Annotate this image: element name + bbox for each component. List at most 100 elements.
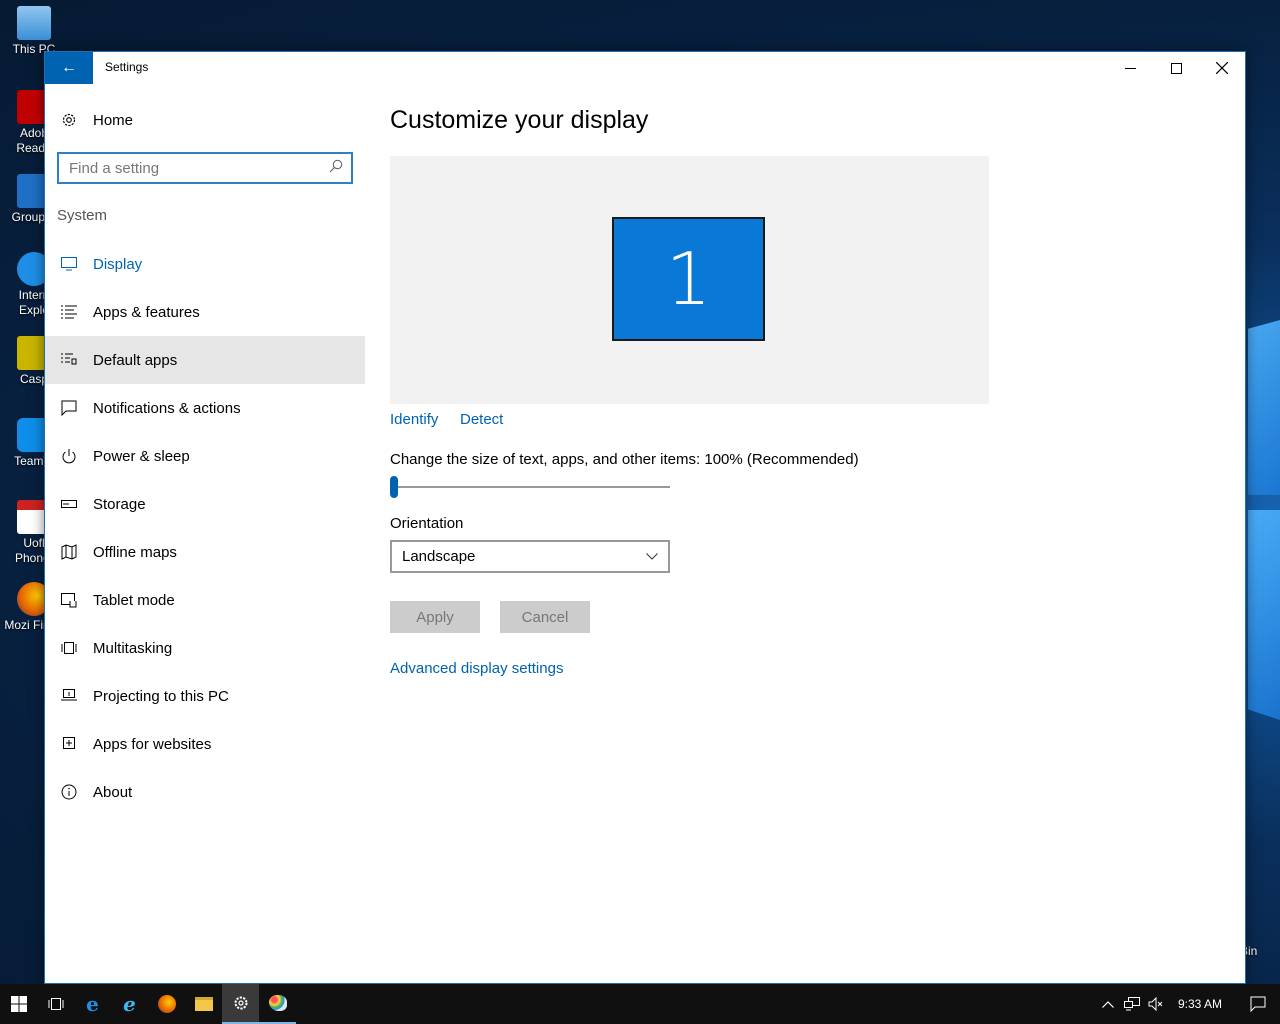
sidebar-item-about[interactable]: About	[45, 768, 365, 816]
sidebar-item-label: About	[93, 783, 133, 801]
sidebar-item-notifications[interactable]: Notifications & actions	[45, 384, 365, 432]
window-title: Settings	[105, 60, 149, 74]
action-center-icon	[1250, 996, 1266, 1012]
sidebar-item-offline-maps[interactable]: Offline maps	[45, 528, 365, 576]
sidebar-item-label: Power & sleep	[93, 447, 190, 465]
multitasking-icon	[45, 642, 93, 654]
gear-icon	[45, 112, 93, 128]
taskbar-firefox[interactable]	[148, 984, 185, 1024]
taskbar-edge[interactable]: e	[74, 984, 111, 1024]
sidebar-item-power-sleep[interactable]: Power & sleep	[45, 432, 365, 480]
network-button[interactable]	[1120, 997, 1144, 1011]
sidebar-item-default-apps[interactable]: Default apps	[45, 336, 365, 384]
page-title: Customize your display	[390, 106, 649, 134]
file-explorer-icon	[194, 997, 213, 1011]
back-arrow-icon: ←	[61, 59, 77, 76]
identify-link[interactable]: Identify	[390, 411, 438, 428]
taskbar-settings[interactable]	[222, 984, 259, 1024]
sidebar-item-label: Apps for websites	[93, 735, 212, 753]
notification-icon	[45, 400, 93, 416]
settings-icon	[234, 996, 247, 1010]
monitor-tile[interactable]: 1	[612, 217, 765, 341]
sidebar-item-storage[interactable]: Storage	[45, 480, 365, 528]
nav-home[interactable]: Home	[45, 96, 365, 144]
search-box[interactable]	[57, 152, 353, 184]
orientation-label: Orientation	[390, 515, 464, 532]
show-hidden-icons-button[interactable]	[1096, 1000, 1120, 1008]
display-settings-panel: Customize your display 1 Identify Detect…	[390, 84, 1230, 984]
nav-section-label: System	[57, 207, 108, 224]
taskbar-internet-explorer[interactable]: e	[111, 984, 148, 1024]
search-icon[interactable]	[329, 159, 343, 178]
scale-slider-thumb[interactable]	[390, 476, 398, 498]
sidebar-item-label: Storage	[93, 495, 146, 513]
orientation-value: Landscape	[402, 548, 476, 565]
minimize-icon	[1124, 67, 1136, 69]
maximize-button[interactable]	[1153, 52, 1199, 84]
start-button[interactable]	[0, 984, 37, 1024]
settings-window: ← Settings Home System	[44, 51, 1246, 984]
taskbar-paint[interactable]	[259, 984, 296, 1024]
windows-logo-pane	[1248, 320, 1280, 495]
edge-icon: e	[86, 992, 99, 1016]
scale-slider-track[interactable]	[390, 486, 670, 488]
nav-home-label: Home	[93, 111, 134, 129]
sidebar-item-label: Notifications & actions	[93, 399, 241, 417]
cancel-button[interactable]: Cancel	[500, 601, 590, 633]
list-icon	[45, 305, 93, 319]
storage-icon	[45, 500, 93, 508]
info-icon	[45, 784, 93, 800]
sidebar-item-label: Default apps	[93, 351, 178, 369]
title-bar[interactable]: ← Settings	[45, 52, 1245, 84]
volume-button[interactable]	[1144, 997, 1168, 1011]
apps-websites-icon	[45, 737, 93, 751]
default-apps-icon	[45, 353, 93, 367]
internet-explorer-icon: e	[123, 992, 136, 1016]
desktop-icon-this-pc[interactable]: This PC	[4, 6, 64, 57]
start-icon	[10, 996, 27, 1012]
minimize-button[interactable]	[1107, 52, 1153, 84]
windows-logo-pane	[1248, 510, 1280, 720]
sidebar-item-label: Display	[93, 255, 143, 273]
sidebar-item-label: Apps & features	[93, 303, 200, 321]
advanced-display-settings-link[interactable]: Advanced display settings	[390, 660, 563, 677]
sidebar-item-tablet-mode[interactable]: Tablet mode	[45, 576, 365, 624]
close-icon	[1216, 62, 1228, 74]
sidebar-item-display[interactable]: Display	[45, 240, 365, 288]
taskbar: e e 9:33 AM	[0, 984, 1280, 1024]
sidebar-item-label: Tablet mode	[93, 591, 175, 609]
system-tray: 9:33 AM	[1096, 984, 1280, 1024]
sidebar-item-label: Offline maps	[93, 543, 177, 561]
task-view-button[interactable]	[37, 984, 74, 1024]
close-button[interactable]	[1199, 52, 1245, 84]
paint-icon	[268, 995, 287, 1011]
tablet-icon	[45, 592, 93, 608]
clock[interactable]: 9:33 AM	[1168, 997, 1236, 1011]
sidebar-item-apps-features[interactable]: Apps & features	[45, 288, 365, 336]
firefox-icon	[157, 995, 176, 1013]
taskbar-file-explorer[interactable]	[185, 984, 222, 1024]
action-center-button[interactable]	[1236, 996, 1280, 1012]
maximize-icon	[1170, 62, 1182, 74]
nav-list: Display Apps & features Default apps Not…	[45, 240, 365, 816]
orientation-dropdown[interactable]: Landscape	[390, 540, 670, 573]
scale-label: Change the size of text, apps, and other…	[390, 451, 859, 468]
volume-muted-icon	[1148, 997, 1163, 1011]
map-icon	[45, 544, 93, 560]
sidebar-item-apps-websites[interactable]: Apps for websites	[45, 720, 365, 768]
monitor-icon	[45, 257, 93, 271]
detect-link[interactable]: Detect	[460, 411, 503, 428]
chevron-up-icon	[1102, 1000, 1114, 1008]
sidebar-item-projecting[interactable]: Projecting to this PC	[45, 672, 365, 720]
search-input[interactable]	[69, 159, 329, 177]
sidebar-item-multitasking[interactable]: Multitasking	[45, 624, 365, 672]
apply-button[interactable]: Apply	[390, 601, 480, 633]
task-view-icon	[48, 998, 63, 1010]
back-button[interactable]: ←	[45, 52, 93, 84]
chevron-down-icon	[646, 553, 658, 560]
computer-icon	[17, 6, 51, 40]
settings-nav: Home System Display Apps & features	[45, 84, 365, 984]
power-icon	[45, 448, 93, 464]
sidebar-item-label: Multitasking	[93, 639, 173, 657]
display-arrangement-area: 1	[390, 156, 989, 404]
